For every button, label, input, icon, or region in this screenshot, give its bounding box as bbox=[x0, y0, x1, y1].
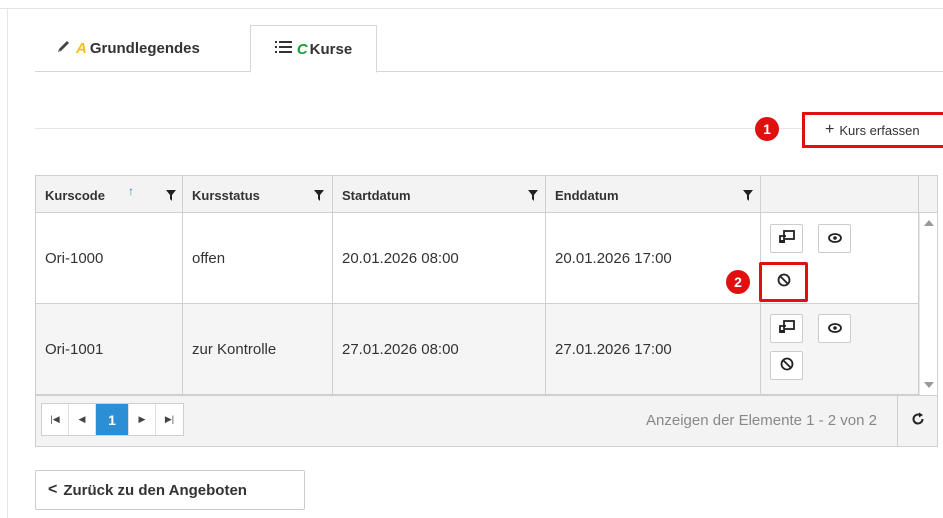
table-row[interactable]: Ori-1001 zur Kontrolle 27.01.2026 08:00 … bbox=[36, 304, 919, 395]
back-label: Zurück zu den Angeboten bbox=[63, 481, 247, 499]
page-number-button[interactable]: 1 bbox=[96, 404, 129, 435]
pager: |◀ ◀ 1 ▶ ▶| Anzeigen der Elemente 1 - 2 … bbox=[36, 395, 937, 446]
tab-grundlegendes[interactable]: A Grundlegendes bbox=[56, 25, 200, 72]
first-page-icon: |◀ bbox=[50, 414, 60, 424]
vertical-scrollbar[interactable] bbox=[919, 213, 937, 395]
tab-bar: A Grundlegendes C Kurse bbox=[35, 25, 943, 73]
chevron-left-icon: < bbox=[48, 481, 58, 498]
column-header-kursstatus[interactable]: Kursstatus bbox=[183, 176, 333, 213]
column-header-kurscode[interactable]: Kurscode ↑ bbox=[36, 176, 183, 213]
tab-letter-c: C bbox=[296, 40, 308, 58]
eye-icon bbox=[827, 230, 842, 247]
refresh-icon bbox=[911, 412, 925, 431]
cell-kursstatus: offen bbox=[183, 213, 333, 303]
tab-kurse[interactable]: C Kurse bbox=[250, 25, 377, 73]
column-header-actions bbox=[761, 176, 919, 213]
scroll-up-arrow-icon[interactable] bbox=[924, 220, 934, 226]
cell-actions bbox=[761, 304, 919, 394]
left-border bbox=[7, 8, 8, 518]
filter-icon[interactable] bbox=[528, 189, 538, 204]
cell-actions bbox=[759, 213, 919, 303]
cell-startdatum: 20.01.2026 08:00 bbox=[333, 213, 546, 303]
next-page-icon: ▶ bbox=[138, 414, 146, 424]
cancel-course-button[interactable] bbox=[759, 262, 808, 302]
back-to-offers-button[interactable]: < Zurück zu den Angeboten bbox=[35, 470, 305, 510]
list-icon bbox=[274, 40, 297, 58]
last-page-button[interactable]: ▶| bbox=[156, 404, 183, 435]
sort-ascending-icon[interactable]: ↑ bbox=[128, 184, 134, 198]
cancel-course-button[interactable] bbox=[770, 351, 803, 380]
next-page-button[interactable]: ▶ bbox=[129, 404, 156, 435]
pager-buttons: |◀ ◀ 1 ▶ ▶| bbox=[41, 403, 184, 436]
refresh-button[interactable] bbox=[897, 396, 937, 446]
edit-screen-icon bbox=[778, 229, 795, 248]
eye-icon bbox=[827, 320, 842, 337]
column-header-startdatum[interactable]: Startdatum bbox=[333, 176, 546, 213]
view-course-button[interactable] bbox=[818, 224, 851, 253]
cell-startdatum: 27.01.2026 08:00 bbox=[333, 304, 546, 394]
top-border bbox=[0, 8, 943, 9]
table-row[interactable]: Ori-1000 offen 20.01.2026 08:00 20.01.20… bbox=[36, 213, 919, 304]
ban-icon bbox=[777, 273, 791, 291]
grid-header: Kurscode ↑ Kursstatus Startdatum Enddatu… bbox=[36, 176, 937, 213]
add-course-label: Kurs erfassen bbox=[839, 122, 920, 138]
first-page-button[interactable]: |◀ bbox=[42, 404, 69, 435]
cell-enddatum: 27.01.2026 17:00 bbox=[546, 304, 761, 394]
course-grid: Kurscode ↑ Kursstatus Startdatum Enddatu… bbox=[35, 175, 938, 447]
previous-page-button[interactable]: ◀ bbox=[69, 404, 96, 435]
filter-icon[interactable] bbox=[166, 189, 176, 204]
cell-kurscode: Ori-1001 bbox=[36, 304, 183, 394]
cell-kursstatus: zur Kontrolle bbox=[183, 304, 333, 394]
previous-page-icon: ◀ bbox=[78, 414, 86, 424]
tab-letter-a: A bbox=[76, 40, 87, 57]
plus-icon: + bbox=[825, 121, 835, 138]
pencil-icon bbox=[56, 40, 76, 58]
last-page-icon: ▶| bbox=[164, 414, 175, 424]
add-course-button[interactable]: + Kurs erfassen bbox=[802, 112, 943, 148]
tab-label: Kurse bbox=[309, 40, 353, 58]
step-marker-2: 2 bbox=[726, 270, 750, 294]
edit-screen-icon bbox=[778, 319, 795, 338]
step-marker-1: 1 bbox=[755, 117, 779, 141]
edit-course-button[interactable] bbox=[770, 314, 803, 343]
cell-kurscode: Ori-1000 bbox=[36, 213, 183, 303]
filter-icon[interactable] bbox=[743, 189, 753, 204]
ban-icon bbox=[780, 357, 794, 375]
tab-label: Grundlegendes bbox=[89, 40, 200, 57]
edit-course-button[interactable] bbox=[770, 224, 803, 253]
scroll-down-arrow-icon[interactable] bbox=[924, 382, 934, 388]
pager-info: Anzeigen der Elemente 1 - 2 von 2 bbox=[646, 412, 877, 429]
view-course-button[interactable] bbox=[818, 314, 851, 343]
filter-icon[interactable] bbox=[314, 189, 324, 204]
column-header-enddatum[interactable]: Enddatum bbox=[546, 176, 761, 213]
